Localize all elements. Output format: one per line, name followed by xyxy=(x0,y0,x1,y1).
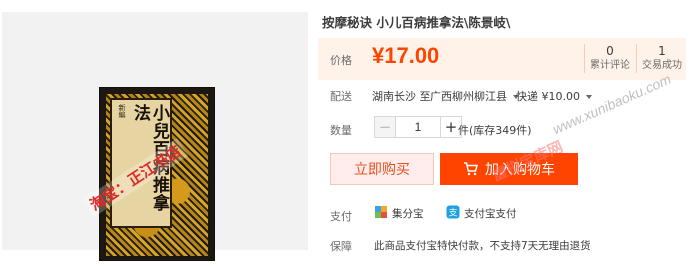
jifenbao-icon xyxy=(374,205,388,222)
buy-now-button[interactable]: 立即购买 xyxy=(330,153,434,185)
quantity-label: 数量 xyxy=(330,124,352,137)
shipping-label: 配送 xyxy=(330,90,352,103)
product-image-area[interactable]: 新編 小兒百病推拿法 淘宝：正江书店 xyxy=(2,12,308,260)
shipping-fee-select[interactable]: 快递 ¥10.00 xyxy=(516,88,592,104)
book-cover-small-text: 新編 xyxy=(118,104,126,118)
quantity-decrease-button[interactable]: − xyxy=(374,116,396,138)
reviews-stat[interactable]: 0 累计评论 xyxy=(584,44,635,73)
watermark-url: www.xunibaoku.com xyxy=(550,70,674,138)
payment-label: 支付 xyxy=(330,210,352,223)
deals-count: 1 xyxy=(658,44,666,58)
alipay-label: 支付宝支付 xyxy=(464,208,517,220)
guarantee-text: 此商品支付宝特快付款，不支持7天无理由退货 xyxy=(374,240,591,252)
price-label: 价格 xyxy=(330,54,352,67)
deals-stat[interactable]: 1 交易成功 xyxy=(636,44,687,73)
payment-jifenbao[interactable]: 集分宝 xyxy=(374,205,424,222)
shipping-destination: 广西柳州柳江县 xyxy=(430,90,507,103)
price-panel: 价格 ¥17.00 0 累计评论 1 交易成功 xyxy=(318,38,686,80)
shipping-destination-select[interactable]: 广西柳州柳江县 xyxy=(430,88,519,104)
quantity-stepper: − 1 + xyxy=(374,116,462,138)
deals-label: 交易成功 xyxy=(642,60,682,71)
product-title: 按摩秘诀 小儿百病推拿法\陈景岐\ xyxy=(322,15,511,30)
stock-text: 件(库存349件) xyxy=(458,124,532,137)
chevron-down-icon xyxy=(586,95,592,99)
shipping-fee: 快递 ¥10.00 xyxy=(516,90,580,103)
payment-alipay[interactable]: 支 支付宝支付 xyxy=(446,205,517,222)
jifenbao-label: 集分宝 xyxy=(392,208,424,220)
reviews-count: 0 xyxy=(606,44,614,58)
quantity-input[interactable]: 1 xyxy=(396,116,440,138)
price-value: ¥17.00 xyxy=(372,43,440,68)
shipping-from: 湖南长沙 至 xyxy=(372,90,431,103)
svg-text:支: 支 xyxy=(448,207,457,219)
alipay-icon: 支 xyxy=(446,205,460,222)
reviews-label: 累计评论 xyxy=(590,60,630,71)
cart-icon xyxy=(463,162,479,176)
guarantee-label: 保障 xyxy=(330,240,352,253)
